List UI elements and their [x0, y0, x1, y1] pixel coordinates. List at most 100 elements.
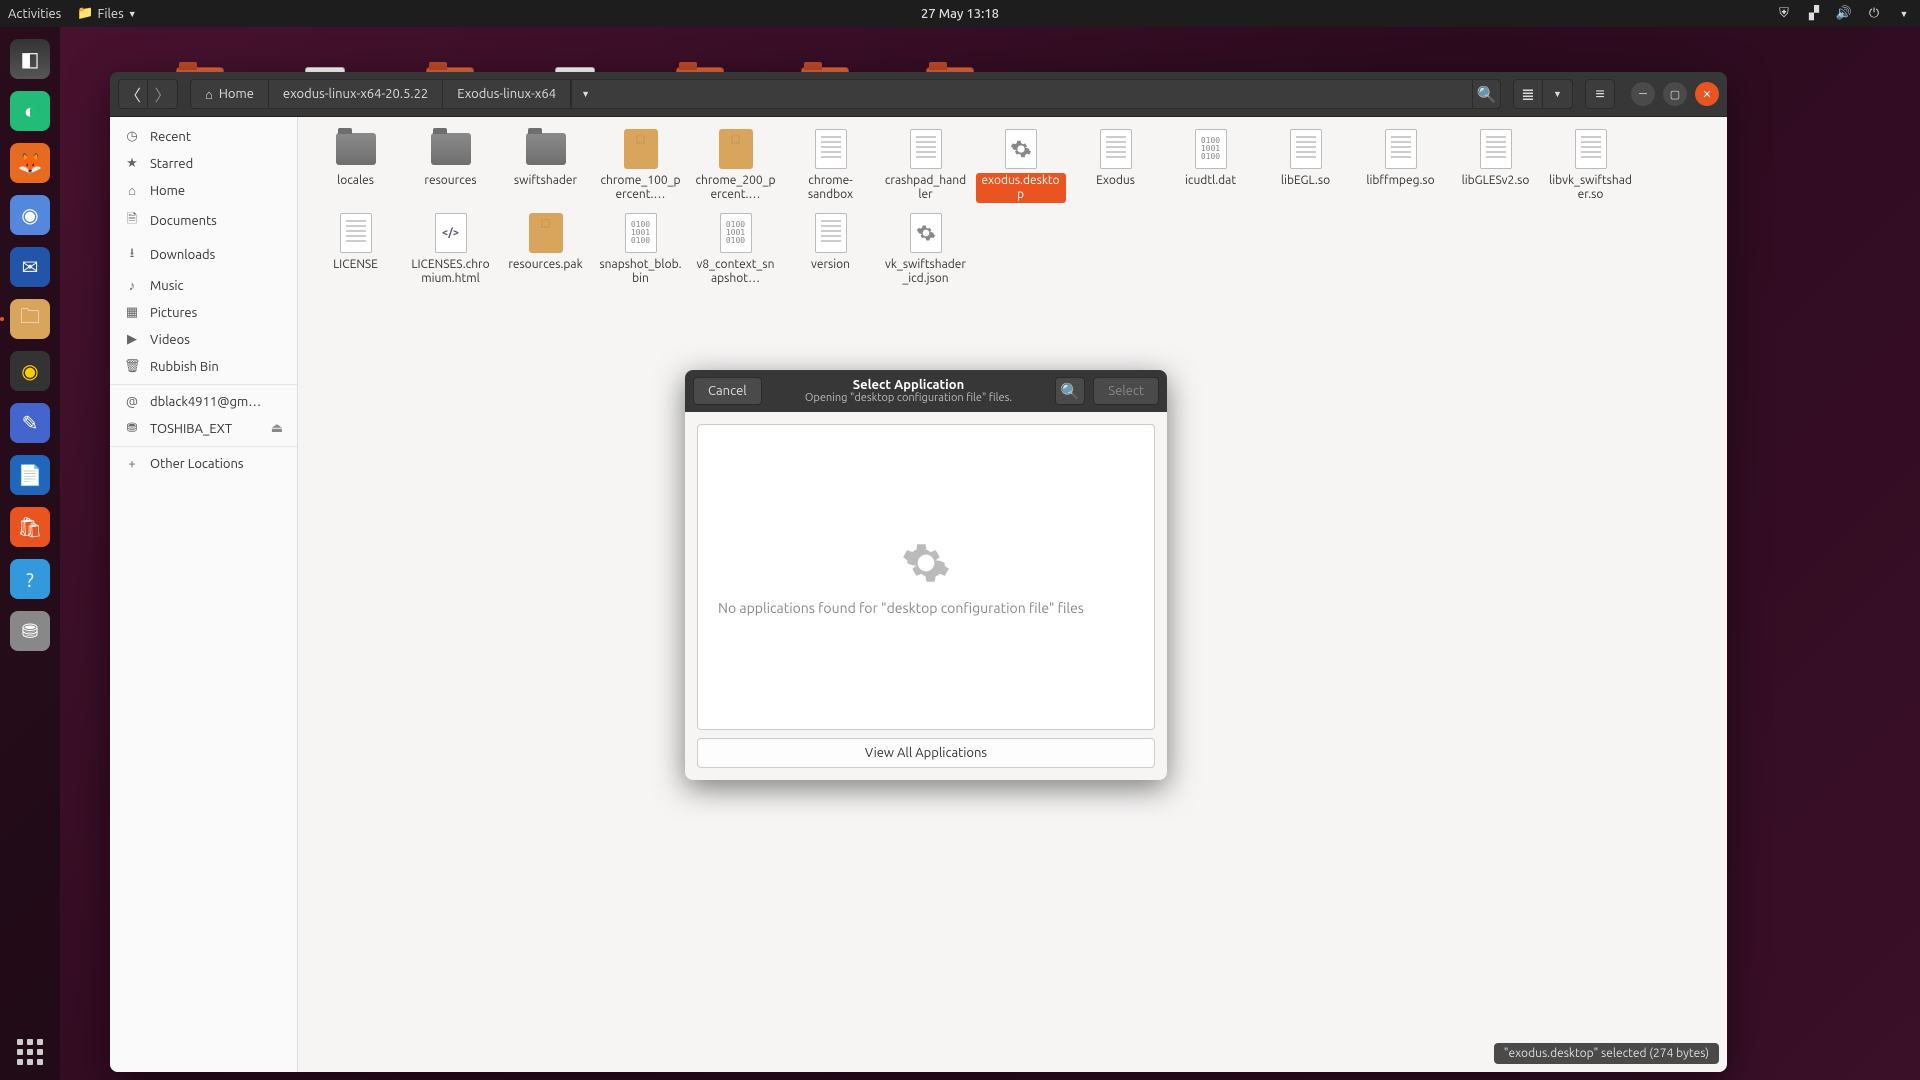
- dock-app-rhythmbox[interactable]: ◉: [6, 347, 54, 395]
- dock-app-1[interactable]: ◧: [6, 35, 54, 83]
- sidebar-item-videos[interactable]: ▶Videos: [110, 326, 297, 353]
- network-icon[interactable]: ▞: [1806, 6, 1822, 22]
- clock[interactable]: 27 May 13:18: [921, 7, 999, 21]
- file-item[interactable]: chrome_200_percent.…: [688, 127, 783, 211]
- app-menu[interactable]: 📁 Files ▼: [77, 6, 136, 21]
- sidebar-item-recent[interactable]: ◷Recent: [110, 123, 297, 150]
- folder-icon: [429, 129, 473, 169]
- text-file-icon: [809, 129, 853, 169]
- text-file-icon: [1284, 129, 1328, 169]
- dialog-header: Cancel Select Application Opening "deskt…: [685, 370, 1167, 412]
- file-item[interactable]: libGLESv2.so: [1448, 127, 1543, 211]
- sidebar-item-dblack-gm-[interactable]: @ dblack4911@gm…: [110, 389, 297, 415]
- file-label: snapshot_blob.bin: [596, 257, 686, 287]
- app-menu-label: Files: [98, 7, 124, 21]
- file-item[interactable]: 010010010100v8_context_snapshot…: [688, 211, 783, 295]
- path-seg-1[interactable]: exodus-linux-x64-20.5.22: [269, 80, 443, 108]
- file-item[interactable]: LICENSE: [308, 211, 403, 295]
- search-button[interactable]: 🔍: [1472, 80, 1500, 108]
- view-all-applications-button[interactable]: View All Applications: [697, 738, 1155, 768]
- file-item[interactable]: 010010010100icudtl.dat: [1163, 127, 1258, 211]
- dock-app-files[interactable]: 🗀: [6, 295, 54, 343]
- file-item[interactable]: locales: [308, 127, 403, 211]
- file-item[interactable]: libEGL.so: [1258, 127, 1353, 211]
- folder-icon: [524, 129, 568, 169]
- sidebar-item-home[interactable]: ⌂Home: [110, 177, 297, 204]
- dock-app-software[interactable]: 🛍: [6, 503, 54, 551]
- shield-icon[interactable]: ⛨: [1776, 6, 1792, 22]
- file-item[interactable]: chrome-sandbox: [783, 127, 878, 211]
- minimize-button[interactable]: ─: [1631, 82, 1655, 106]
- sidebar-item-pictures[interactable]: ▦Pictures: [110, 299, 297, 326]
- file-item[interactable]: chrome_100_percent.…: [593, 127, 688, 211]
- dock-drive[interactable]: ⛃: [6, 607, 54, 655]
- file-item[interactable]: 010010010100snapshot_blob.bin: [593, 211, 688, 295]
- file-item[interactable]: crashpad_handler: [878, 127, 973, 211]
- file-item[interactable]: </>LICENSES.chromium.html: [403, 211, 498, 295]
- down-icon: ⭳: [124, 244, 140, 266]
- file-label: LICENSE: [330, 257, 381, 273]
- sidebar-item-documents[interactable]: 🗎Documents: [110, 204, 297, 238]
- sidebar-item-label: Rubbish Bin: [150, 360, 219, 374]
- sidebar-item-music[interactable]: ♪Music: [110, 272, 297, 299]
- file-item[interactable]: vk_swiftshader_icd.json: [878, 211, 973, 295]
- eject-icon[interactable]: ⏏: [271, 421, 283, 436]
- file-label: exodus.desktop: [976, 173, 1066, 203]
- top-panel: Activities 📁 Files ▼ 27 May 13:18 ⛨ ▞ 🔊 …: [0, 0, 1920, 27]
- back-button[interactable]: 〈: [118, 79, 148, 109]
- sidebar-item-label: Pictures: [150, 306, 197, 320]
- file-label: swiftshader: [511, 173, 580, 189]
- text-file-icon: [1379, 129, 1423, 169]
- activities-button[interactable]: Activities: [8, 7, 61, 21]
- sidebar: ◷Recent★Starred⌂Home🗎Documents⭳Downloads…: [110, 117, 298, 1072]
- fm-headerbar: 〈 〉 ⌂Home exodus-linux-x64-20.5.22 Exodu…: [110, 72, 1727, 117]
- home-icon: ⌂: [205, 87, 213, 102]
- dock-app-libreoffice[interactable]: 📄: [6, 451, 54, 499]
- file-item[interactable]: resources: [403, 127, 498, 211]
- volume-icon[interactable]: 🔊: [1836, 6, 1852, 22]
- sidebar-item-label: dblack4911@gm…: [150, 395, 261, 409]
- path-dropdown[interactable]: ▼: [571, 80, 599, 108]
- view-dropdown[interactable]: ▼: [1543, 79, 1573, 109]
- cloud-icon: @: [124, 395, 140, 409]
- path-seg-2[interactable]: Exodus-linux-x64: [443, 80, 571, 108]
- dock-app-gedit[interactable]: ✎: [6, 399, 54, 447]
- show-apps-button[interactable]: [12, 1034, 48, 1070]
- file-label: chrome_200_percent.…: [691, 173, 781, 203]
- sidebar-item-other-locations[interactable]: +Other Locations: [110, 451, 297, 477]
- dock-app-chromium[interactable]: ◉: [6, 191, 54, 239]
- text-file-icon: [1474, 129, 1518, 169]
- dock-app-midori[interactable]: ◐: [6, 87, 54, 135]
- select-button: Select: [1093, 377, 1159, 405]
- maximize-button[interactable]: ▢: [1663, 82, 1687, 106]
- sidebar-item-rubbish-bin[interactable]: 🗑Rubbish Bin: [110, 353, 297, 385]
- folder-icon: 📁: [77, 6, 93, 21]
- file-item[interactable]: libvk_swiftshader.so: [1543, 127, 1638, 211]
- close-button[interactable]: ✕: [1695, 82, 1719, 106]
- cancel-button[interactable]: Cancel: [693, 377, 762, 405]
- file-item[interactable]: Exodus: [1068, 127, 1163, 211]
- file-item[interactable]: libffmpeg.so: [1353, 127, 1448, 211]
- dock-app-firefox[interactable]: 🦊: [6, 139, 54, 187]
- plus-icon: +: [124, 457, 140, 471]
- power-icon[interactable]: ⏻: [1866, 6, 1882, 22]
- hamburger-menu[interactable]: ≡: [1585, 79, 1615, 109]
- path-home[interactable]: ⌂Home: [191, 80, 269, 108]
- home-icon: ⌂: [124, 183, 140, 198]
- file-item[interactable]: exodus.desktop: [973, 127, 1068, 211]
- music-icon: ♪: [124, 278, 140, 293]
- doc-icon: 🗎: [124, 210, 140, 232]
- sidebar-item-label: Recent: [150, 130, 191, 144]
- dialog-search-button[interactable]: 🔍: [1055, 377, 1085, 405]
- sidebar-item-starred[interactable]: ★Starred: [110, 150, 297, 177]
- chevron-down-icon[interactable]: ▼: [1896, 6, 1912, 22]
- dock-app-thunderbird[interactable]: ✉: [6, 243, 54, 291]
- sidebar-item-toshiba-ext[interactable]: ⛃TOSHIBA_EXT⏏: [110, 415, 297, 447]
- list-view-button[interactable]: ≣: [1513, 79, 1543, 109]
- dock-app-help[interactable]: ?: [6, 555, 54, 603]
- file-item[interactable]: resources.pak: [498, 211, 593, 295]
- sidebar-item-downloads[interactable]: ⭳Downloads: [110, 238, 297, 272]
- file-item[interactable]: version: [783, 211, 878, 295]
- file-item[interactable]: swiftshader: [498, 127, 593, 211]
- dialog-subtitle: Opening "desktop configuration file" fil…: [770, 392, 1048, 404]
